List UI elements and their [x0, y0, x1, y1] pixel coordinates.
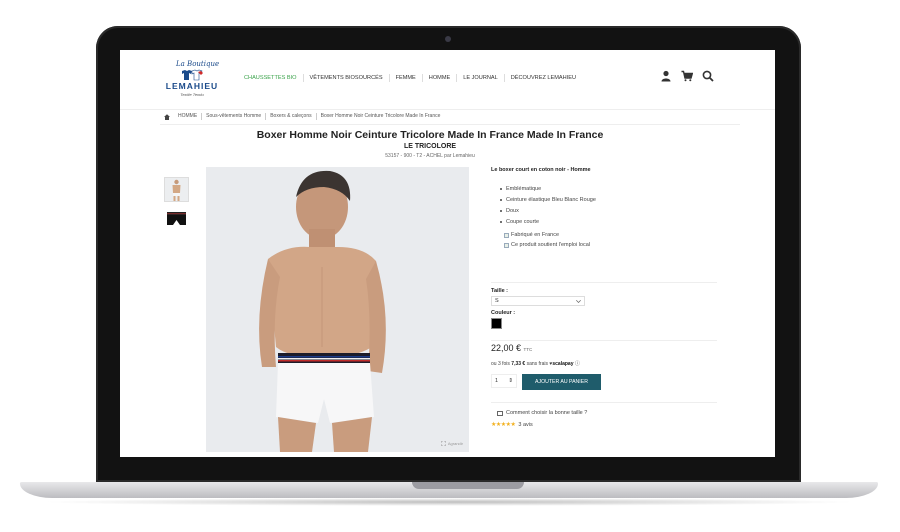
info-icon[interactable]: ⓘ: [575, 361, 580, 367]
nav-item-le-journal[interactable]: LE JOURNAL: [457, 74, 505, 82]
cart-icon[interactable]: [681, 70, 693, 82]
base-shadow: [40, 498, 858, 506]
nav-item-vetements-biosources[interactable]: VÊTEMENTS BIOSOURCÉS: [304, 74, 390, 82]
thumbnail-boxer[interactable]: [164, 206, 189, 231]
breadcrumb-current: Boxer Homme Noir Ceinture Tricolore Made…: [320, 113, 441, 119]
logo-tagline: Textile Tendu: [180, 92, 204, 97]
product-main-image[interactable]: Agrandir: [206, 167, 469, 452]
feature-item: Ceinture élastique Bleu Blanc Rouge: [500, 195, 596, 206]
expand-icon: [440, 441, 446, 446]
nav-item-chaussettes-bio[interactable]: CHAUSSETTES BIO: [238, 74, 304, 82]
size-select[interactable]: S: [491, 296, 585, 306]
product-meta: 53157 - 900 - T2 - ACHEL par Lemahieu: [385, 153, 475, 159]
model-thumbnail-image: [165, 178, 188, 201]
main-nav: CHAUSSETTES BIO VÊTEMENTS BIOSOURCÉS FEM…: [238, 74, 582, 82]
quantity-value: 1: [495, 378, 499, 384]
size-value: S: [495, 298, 499, 304]
price-value: 22,00 €: [491, 343, 522, 353]
boxer-thumbnail-image: [167, 212, 186, 225]
laptop-base: [20, 482, 878, 498]
badge-text: Ce produit soutient l'emploi local: [511, 242, 591, 248]
logo-top-text: La Boutique: [176, 60, 220, 68]
breadcrumb-item[interactable]: HOMME: [174, 113, 203, 120]
scalapay-suffix: sans frais: [526, 361, 548, 367]
feature-item: Doux: [500, 206, 596, 217]
zoom-control[interactable]: Agrandir: [440, 441, 463, 446]
scalapay-prefix: ou 3 fois: [491, 361, 510, 367]
divider: [491, 282, 717, 283]
zoom-label: Agrandir: [447, 441, 463, 446]
divider: [491, 402, 717, 403]
ruler-icon: [497, 410, 503, 416]
logo-name: LEMAHIEU: [165, 81, 219, 91]
laptop-mockup: La Boutique LEMAHIEU Textile Tendu CHAUS…: [0, 0, 900, 532]
nav-item-femme[interactable]: FEMME: [390, 74, 423, 82]
product-price: 22,00 € TTC: [491, 343, 532, 353]
badge-local-employment: Ce produit soutient l'emploi local: [504, 242, 590, 248]
badge-made-in-france: Fabriqué en France: [504, 232, 559, 238]
badge-text: Fabriqué en France: [511, 232, 559, 238]
price-suffix: TTC: [523, 347, 533, 352]
tshirts-logo-icon: [182, 69, 203, 81]
size-guide-link[interactable]: Comment choisir la bonne taille ?: [497, 410, 587, 416]
scalapay-brand: scalapay: [552, 361, 574, 367]
scalapay-offer[interactable]: ou 3 fois 7,33 € sans frais ♥scalapay ⓘ: [491, 360, 580, 367]
product-subtitle: LE TRICOLORE: [403, 143, 457, 150]
rating-text: 3 avis: [518, 421, 533, 428]
user-icon[interactable]: [660, 70, 672, 82]
color-swatch-black[interactable]: [491, 318, 502, 329]
home-icon[interactable]: [164, 113, 170, 120]
site-header: La Boutique LEMAHIEU Textile Tendu CHAUS…: [120, 50, 775, 110]
rating-stars-icon: ★★★★★: [491, 422, 516, 428]
chevron-down-icon: [576, 299, 581, 303]
add-to-cart-button[interactable]: AJOUTER AU PANIER: [522, 374, 601, 390]
badge-image-icon: [504, 242, 509, 248]
feature-item: Emblématique: [500, 184, 596, 195]
divider: [160, 124, 740, 125]
feature-item: Coupe courte: [500, 217, 596, 228]
scalapay-amount: 7,33 €: [511, 361, 526, 367]
divider: [491, 340, 717, 341]
search-icon[interactable]: [702, 70, 714, 82]
breadcrumb-item[interactable]: Boxers & caleçons: [266, 113, 317, 120]
model-photo-illustration: [206, 167, 469, 452]
breadcrumb-item[interactable]: Sous-vêtements Homme: [202, 113, 267, 120]
badge-image-icon: [504, 232, 509, 238]
nav-item-homme[interactable]: HOMME: [423, 74, 458, 82]
base-notch: [412, 482, 524, 489]
nav-item-decouvrez-lemahieu[interactable]: DÉCOUVREZ LEMAHIEU: [505, 74, 582, 82]
camera-dot: [445, 36, 451, 42]
description-title: Le boxer court en coton noir - Homme: [491, 167, 591, 173]
breadcrumb: HOMME Sous-vêtements Homme Boxers & cale…: [164, 113, 444, 120]
product-title: Boxer Homme Noir Ceinture Tricolore Made…: [256, 129, 604, 141]
color-label: Couleur :: [491, 310, 516, 316]
feature-list: Emblématique Ceinture élastique Bleu Bla…: [500, 184, 596, 228]
quantity-stepper[interactable]: 1 ⇕: [491, 374, 517, 388]
thumbnail-model[interactable]: [164, 177, 189, 202]
header-icons: [660, 70, 714, 82]
stepper-arrows-icon[interactable]: ⇕: [508, 378, 513, 384]
size-label: Taille :: [491, 288, 509, 294]
site-logo[interactable]: La Boutique LEMAHIEU Textile Tendu: [162, 60, 222, 102]
product-rating[interactable]: ★★★★★ 3 avis: [491, 421, 533, 429]
size-guide-text: Comment choisir la bonne taille ?: [506, 410, 588, 416]
browser-screen: La Boutique LEMAHIEU Textile Tendu CHAUS…: [120, 50, 775, 457]
